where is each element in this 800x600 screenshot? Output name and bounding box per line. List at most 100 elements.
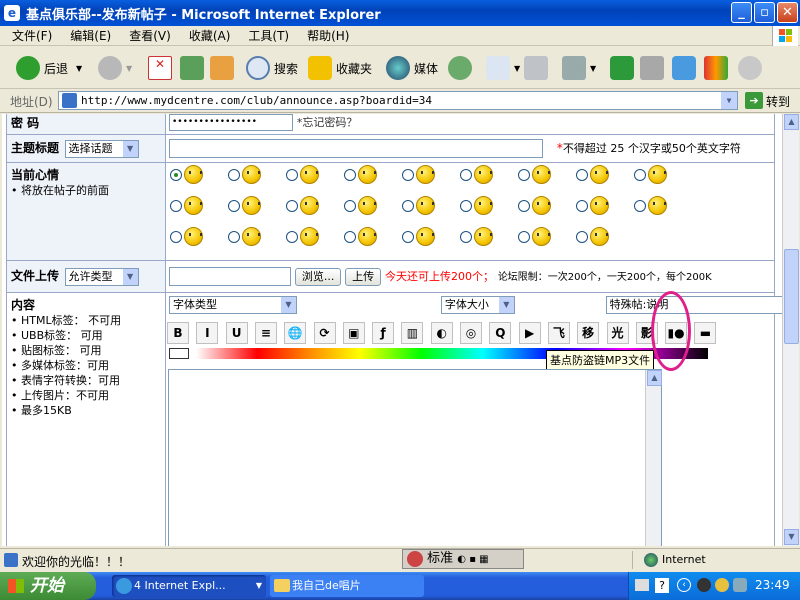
special-post-select[interactable]: 特殊帖:说明▼ <box>605 296 782 314</box>
mood-option[interactable] <box>170 165 228 184</box>
mood-radio[interactable] <box>634 199 646 212</box>
mood-option[interactable] <box>228 196 286 215</box>
volume-icon[interactable] <box>733 578 747 592</box>
editor-button[interactable]: ≡ <box>254 322 277 344</box>
plugin-button[interactable] <box>704 55 732 81</box>
mood-radio[interactable] <box>460 168 472 181</box>
minimize-button[interactable]: _ <box>731 2 752 23</box>
menu-view[interactable]: 查看(V) <box>129 27 171 44</box>
chevron-down-icon[interactable]: ▼ <box>721 92 737 109</box>
mood-option[interactable] <box>170 227 228 246</box>
mood-option[interactable] <box>576 227 634 246</box>
mood-radio[interactable] <box>170 168 182 181</box>
home-button[interactable] <box>210 55 238 81</box>
qq-icon[interactable] <box>697 578 711 592</box>
forgot-password-link[interactable]: *忘记密码？ <box>297 116 358 129</box>
address-input[interactable]: http://www.mydcentre.com/club/announce.a… <box>58 91 738 110</box>
mood-option[interactable] <box>460 196 518 215</box>
messenger-button[interactable] <box>610 55 638 81</box>
font-type-select[interactable]: 字体类型 ▼ <box>169 296 297 314</box>
taskbar-item-ie[interactable]: 4 Internet Expl... ▼ <box>112 575 266 597</box>
msn-button[interactable] <box>672 55 700 81</box>
mail-button[interactable]: ▼ <box>486 55 520 81</box>
mood-radio[interactable] <box>518 168 530 181</box>
mood-radio[interactable] <box>228 168 240 181</box>
editor-button[interactable]: 🌐 <box>284 322 307 344</box>
font-size-select[interactable]: 字体大小 ▼ <box>440 296 515 314</box>
menu-help[interactable]: 帮助(H) <box>307 27 349 44</box>
mood-option[interactable] <box>634 165 692 184</box>
mood-radio[interactable] <box>576 199 588 212</box>
menu-tools[interactable]: 工具(T) <box>248 27 289 44</box>
mood-option[interactable] <box>402 227 460 246</box>
mood-option[interactable] <box>576 165 634 184</box>
close-button[interactable]: ✕ <box>777 2 798 23</box>
keyboard-icon[interactable] <box>635 579 649 591</box>
mood-radio[interactable] <box>344 230 356 243</box>
mood-radio[interactable] <box>286 168 298 181</box>
maximize-button[interactable]: ▫ <box>754 2 775 23</box>
mood-option[interactable] <box>518 165 576 184</box>
mood-radio[interactable] <box>170 230 182 243</box>
stop-button[interactable]: ✕ <box>148 55 176 81</box>
mood-radio[interactable] <box>460 199 472 212</box>
mood-option[interactable] <box>286 165 344 184</box>
mood-option[interactable] <box>634 196 692 215</box>
mood-radio[interactable] <box>634 168 646 181</box>
mood-radio[interactable] <box>460 230 472 243</box>
editor-button[interactable]: ▣ <box>342 322 365 344</box>
mood-option[interactable] <box>460 227 518 246</box>
scroll-up-icon[interactable]: ▲ <box>784 114 799 130</box>
mood-radio[interactable] <box>576 230 588 243</box>
go-arrow-icon[interactable]: ➔ <box>745 92 763 109</box>
mood-radio[interactable] <box>402 199 414 212</box>
mood-radio[interactable] <box>286 230 298 243</box>
mood-radio[interactable] <box>518 230 530 243</box>
mood-radio[interactable] <box>402 230 414 243</box>
history-button[interactable] <box>448 55 476 81</box>
start-button[interactable]: 开始 <box>0 572 96 600</box>
search-button[interactable]: 搜索 <box>246 55 298 81</box>
discuss-button[interactable] <box>738 55 766 81</box>
mood-option[interactable] <box>286 196 344 215</box>
tray-app-icon[interactable] <box>715 578 729 592</box>
upload-button[interactable]: 上传 <box>345 267 382 286</box>
mood-radio[interactable] <box>402 168 414 181</box>
mood-radio[interactable] <box>228 199 240 212</box>
mood-option[interactable] <box>576 196 634 215</box>
mood-radio[interactable] <box>170 199 182 212</box>
media-button[interactable]: 媒体 <box>386 55 438 81</box>
content-textarea[interactable]: ▲ <box>168 369 662 546</box>
scroll-up-icon[interactable]: ▲ <box>647 370 662 386</box>
mood-option[interactable] <box>344 196 402 215</box>
favorites-button[interactable]: 收藏夹 <box>308 55 372 81</box>
mood-radio[interactable] <box>344 168 356 181</box>
file-path-input[interactable] <box>169 267 291 286</box>
chevron-left-icon[interactable]: ‹ <box>677 578 691 592</box>
mood-option[interactable] <box>402 165 460 184</box>
go-button[interactable]: 转到 <box>766 93 790 110</box>
editor-button[interactable]: ◎ <box>460 322 482 344</box>
scrollbar-thumb[interactable] <box>784 249 799 344</box>
mood-option[interactable] <box>228 227 286 246</box>
mood-radio[interactable] <box>518 199 530 212</box>
scroll-down-icon[interactable]: ▼ <box>784 529 799 545</box>
back-button[interactable]: 后退 ▼ <box>16 55 82 81</box>
editor-button[interactable]: 移 <box>577 322 600 344</box>
editor-button[interactable]: ▬ <box>694 322 717 344</box>
mood-option[interactable] <box>518 196 576 215</box>
mood-radio[interactable] <box>576 168 588 181</box>
textarea-scrollbar[interactable]: ▲ <box>645 370 662 546</box>
mood-radio[interactable] <box>228 230 240 243</box>
editor-button[interactable]: 飞 <box>547 322 570 344</box>
taskbar-item-folder[interactable]: 我自己de唱片 <box>270 575 424 597</box>
tools-button[interactable] <box>640 55 668 81</box>
mood-option[interactable] <box>402 196 460 215</box>
editor-button[interactable]: ▶ <box>518 322 541 344</box>
mood-radio[interactable] <box>344 199 356 212</box>
page-scrollbar[interactable]: ▲ ▼ <box>782 114 799 546</box>
mood-option[interactable] <box>518 227 576 246</box>
editor-button[interactable]: ⟳ <box>313 322 336 344</box>
editor-button[interactable]: 光 <box>606 322 629 344</box>
file-type-select[interactable]: 允许类型 ▼ <box>64 268 139 286</box>
